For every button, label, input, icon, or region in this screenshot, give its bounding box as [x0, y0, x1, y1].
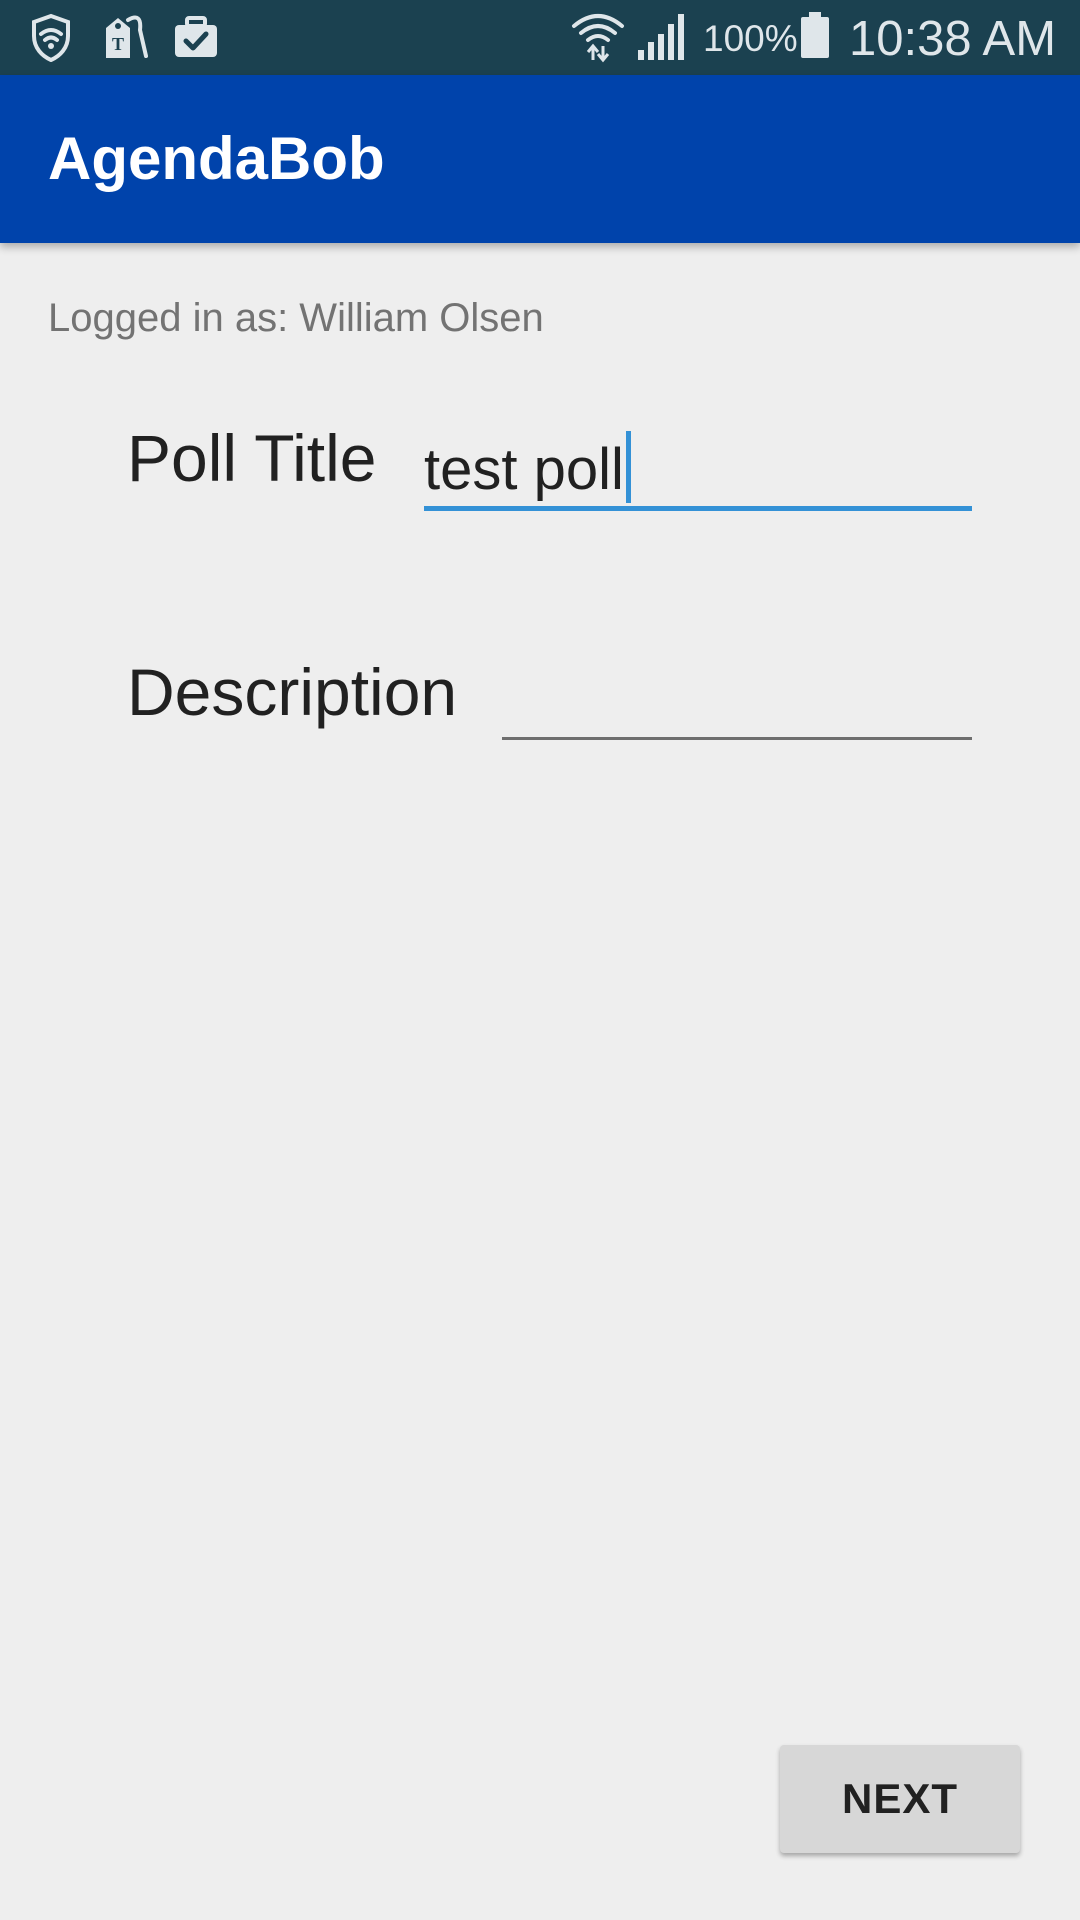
battery-percent: 100% — [703, 18, 798, 59]
app-title: AgendaBob — [48, 125, 385, 192]
logged-in-label: Logged in as: William Olsen — [48, 296, 544, 340]
next-button[interactable]: NEXT — [780, 1745, 1020, 1853]
status-bar: T 100% 10:38 AM — [0, 0, 1080, 75]
battery-icon — [799, 10, 831, 60]
text-cursor — [625, 431, 631, 503]
signal-icon — [636, 10, 688, 60]
poll-title-label: Poll Title — [127, 421, 377, 495]
wifi-icon — [570, 8, 626, 63]
svg-text:T: T — [112, 34, 124, 54]
tmobile-tag-icon: T — [100, 12, 150, 62]
description-label: Description — [127, 655, 458, 729]
poll-title-text: test poll — [424, 437, 624, 502]
poll-title-input[interactable]: test poll — [424, 425, 972, 511]
clock: 10:38 AM — [849, 12, 1057, 66]
wifi-shield-icon — [30, 12, 72, 62]
briefcase-check-icon — [173, 12, 219, 62]
app-bar: AgendaBob — [0, 75, 1080, 243]
poll-title-value: test poll — [424, 431, 631, 504]
description-input[interactable] — [502, 660, 972, 740]
